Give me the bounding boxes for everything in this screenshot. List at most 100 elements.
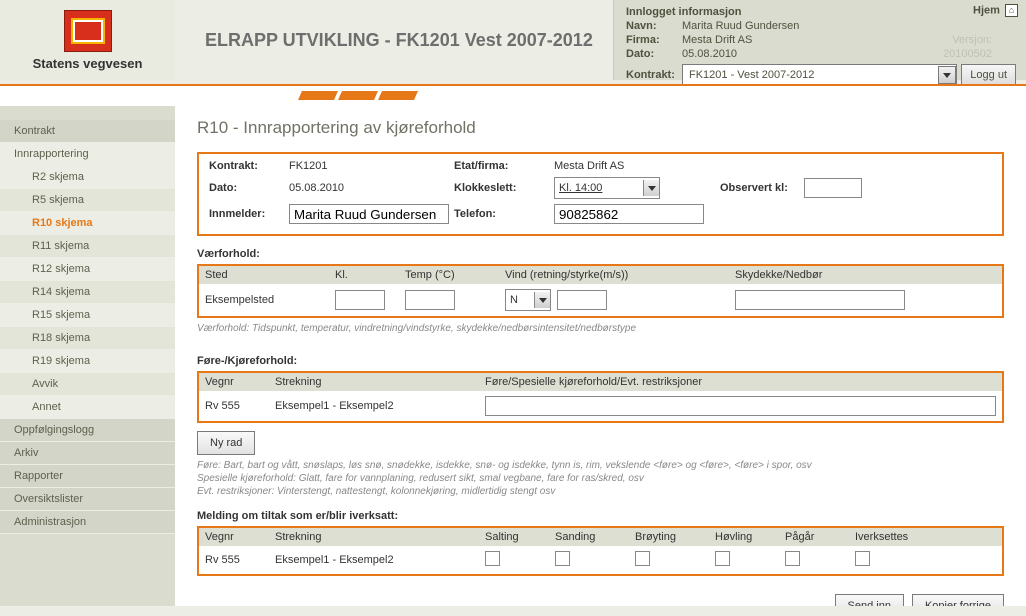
- nav-r11[interactable]: R11 skjema: [0, 235, 175, 258]
- tiltak-header: Vegnr Strekning Salting Sanding Brøyting…: [197, 526, 1004, 546]
- logo-area: Statens vegvesen: [0, 0, 175, 80]
- send-inn-button[interactable]: Send inn: [835, 594, 904, 606]
- fore-hint1: Føre: Bart, bart og vått, snøslaps, løs …: [197, 459, 1004, 472]
- app-title: ELRAPP UTVIKLING - FK1201 Vest 2007-2012: [205, 30, 593, 51]
- nav-r12[interactable]: R12 skjema: [0, 258, 175, 281]
- lbl-dato: Dato:: [209, 182, 289, 194]
- meta-panel: Kontrakt: FK1201 Etat/firma: Mesta Drift…: [197, 152, 1004, 236]
- chevron-down-icon: [938, 66, 956, 84]
- chk-sanding[interactable]: [555, 551, 570, 566]
- hdr-vegnr: Vegnr: [205, 376, 275, 388]
- tiltak-strekning: Eksempel1 - Eksempel2: [275, 554, 485, 566]
- lbl-innmelder: Innmelder:: [209, 208, 289, 220]
- nav-oversiktslister[interactable]: Oversiktslister: [0, 488, 175, 511]
- kontrakt-label: Kontrakt:: [626, 69, 678, 81]
- weather-row: Eksempelsted N: [197, 284, 1004, 318]
- kontrakt-select[interactable]: FK1201 - Vest 2007-2012: [682, 64, 957, 86]
- nav-annet[interactable]: Annet: [0, 396, 175, 419]
- val-etat: Mesta Drift AS: [554, 160, 714, 172]
- weather-sted: Eksempelsted: [205, 294, 335, 306]
- firma-value: Mesta Drift AS: [682, 34, 752, 46]
- divider-strip: [0, 84, 1026, 106]
- kontrakt-selected: FK1201 - Vest 2007-2012: [689, 69, 814, 81]
- fore-vegnr: Rv 555: [205, 400, 275, 412]
- hdr-sanding: Sanding: [555, 531, 635, 543]
- val-dato: 05.08.2010: [289, 182, 454, 194]
- chk-pagar[interactable]: [785, 551, 800, 566]
- nav-r5[interactable]: R5 skjema: [0, 189, 175, 212]
- klokkeslett-select[interactable]: Kl. 14:00: [554, 177, 660, 199]
- hdr-kl: Kl.: [335, 269, 405, 281]
- chk-hovling[interactable]: [715, 551, 730, 566]
- fore-strekning: Eksempel1 - Eksempel2: [275, 400, 485, 412]
- vind-dir-select[interactable]: N: [505, 289, 551, 311]
- nav-avvik[interactable]: Avvik: [0, 373, 175, 396]
- hdr-t-vegnr: Vegnr: [205, 531, 275, 543]
- telefon-input[interactable]: [554, 204, 704, 224]
- nav-oppfolgingslogg[interactable]: Oppfølgingslogg: [0, 419, 175, 442]
- brand-text: Statens vegvesen: [33, 56, 143, 71]
- lbl-observert: Observert kl:: [714, 182, 804, 194]
- nyrad-button[interactable]: Ny rad: [197, 431, 255, 455]
- lbl-etat: Etat/firma:: [454, 160, 554, 172]
- nav-kontrakt[interactable]: Kontrakt: [0, 120, 175, 143]
- user-info-box: Hjem ⌂ Innlogget informasjon Navn: Marit…: [613, 0, 1026, 80]
- hdr-t-strekning: Strekning: [275, 531, 485, 543]
- tiltak-vegnr: Rv 555: [205, 554, 275, 566]
- innmelder-input[interactable]: [289, 204, 449, 224]
- skydekke-input[interactable]: [735, 290, 905, 310]
- vind-dir-value: N: [510, 294, 518, 306]
- logo-icon: [64, 10, 112, 52]
- chevron-down-icon: [534, 292, 550, 308]
- chk-salting[interactable]: [485, 551, 500, 566]
- top-bar: Statens vegvesen ELRAPP UTVIKLING - FK12…: [0, 0, 1026, 80]
- val-kontrakt: FK1201: [289, 160, 454, 172]
- vind-styrke-input[interactable]: [557, 290, 607, 310]
- nav-administrasjon[interactable]: Administrasjon: [0, 511, 175, 534]
- tiltak-title: Melding om tiltak som er/blir iverksatt:: [197, 510, 1004, 522]
- nav-arkiv[interactable]: Arkiv: [0, 442, 175, 465]
- hdr-pagar: Pågår: [785, 531, 855, 543]
- home-icon: ⌂: [1005, 4, 1018, 17]
- page-title: R10 - Innrapportering av kjøreforhold: [197, 118, 1004, 138]
- fore-header: Vegnr Strekning Føre/Spesielle kjøreforh…: [197, 371, 1004, 391]
- chk-iverksettes[interactable]: [855, 551, 870, 566]
- versjon-label: Versjon:: [952, 34, 1016, 46]
- observert-input[interactable]: [804, 178, 862, 198]
- fore-spes-input[interactable]: [485, 396, 996, 416]
- kopier-button[interactable]: Kopier forrige: [912, 594, 1004, 606]
- content: R10 - Innrapportering av kjøreforhold Ko…: [175, 106, 1026, 606]
- nav-r14[interactable]: R14 skjema: [0, 281, 175, 304]
- hdr-vind: Vind (retning/styrke(m/s)): [505, 269, 735, 281]
- nav-r19[interactable]: R19 skjema: [0, 350, 175, 373]
- hdr-broyting: Brøyting: [635, 531, 715, 543]
- nav-rapporter[interactable]: Rapporter: [0, 465, 175, 488]
- info-title: Innlogget informasjon: [626, 6, 1016, 18]
- firma-label: Firma:: [626, 34, 682, 46]
- nav-r18[interactable]: R18 skjema: [0, 327, 175, 350]
- sidebar: Kontrakt Innrapportering R2 skjema R5 sk…: [0, 106, 175, 606]
- lbl-kontrakt: Kontrakt:: [209, 160, 289, 172]
- logout-button[interactable]: Logg ut: [961, 64, 1016, 86]
- lbl-klokkeslett: Klokkeslett:: [454, 182, 554, 194]
- weather-title: Værforhold:: [197, 248, 1004, 260]
- fore-hint2: Spesielle kjøreforhold: Glatt, fare for …: [197, 472, 1004, 485]
- nav-innrapportering[interactable]: Innrapportering: [0, 143, 175, 166]
- klokkeslett-value: Kl. 14:00: [559, 182, 602, 194]
- weather-temp-input[interactable]: [405, 290, 455, 310]
- hdr-iverksettes: Iverksettes: [855, 531, 945, 543]
- home-link[interactable]: Hjem ⌂: [973, 4, 1018, 17]
- weather-header: Sted Kl. Temp (°C) Vind (retning/styrke(…: [197, 264, 1004, 284]
- nav-r15[interactable]: R15 skjema: [0, 304, 175, 327]
- app-title-area: ELRAPP UTVIKLING - FK1201 Vest 2007-2012: [175, 0, 613, 80]
- nav-r2[interactable]: R2 skjema: [0, 166, 175, 189]
- chk-broyting[interactable]: [635, 551, 650, 566]
- home-label: Hjem: [973, 4, 1000, 16]
- hdr-spes: Føre/Spesielle kjøreforhold/Evt. restrik…: [485, 376, 996, 388]
- weather-kl-input[interactable]: [335, 290, 385, 310]
- action-bar: Send inn Kopier forrige: [197, 594, 1004, 606]
- fore-title: Føre-/Kjøreforhold:: [197, 355, 1004, 367]
- nav-r10[interactable]: R10 skjema: [0, 212, 175, 235]
- lbl-telefon: Telefon:: [454, 208, 554, 220]
- navn-label: Navn:: [626, 20, 682, 32]
